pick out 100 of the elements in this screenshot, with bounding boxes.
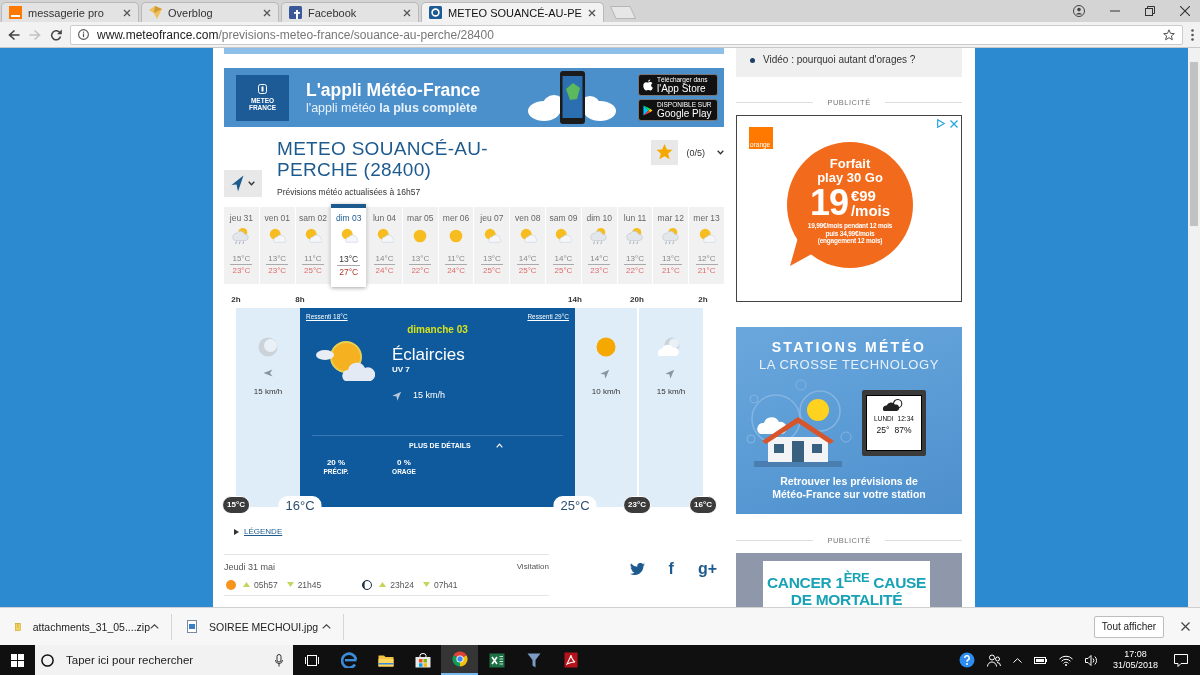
spreadsheet-icon [488,652,505,668]
browser-tab[interactable]: Facebook [281,2,419,22]
caret-icon [717,150,724,155]
saint-of-day-text: Visitation [516,562,549,571]
temperature-badge: 23°C [623,496,651,514]
legend-link[interactable]: LÉGENDE [234,527,283,536]
screen-temperature-text: 25° [876,425,890,435]
day-tab[interactable]: mer 06 11°C 24°C [438,207,474,284]
day-tab[interactable]: jeu 07 13°C 25°C [474,207,510,284]
download-item[interactable]: SOIREE MECHOUI.jpg [172,613,344,640]
caret-icon [248,181,255,186]
download-item[interactable]: attachments_31_05....zip [0,613,172,640]
bird-icon[interactable] [629,562,645,575]
clock-button[interactable]: 17:08 31/05/2018 [1112,649,1158,671]
caret-icon [495,443,503,448]
pdf-file-icon [563,652,578,668]
sun-icon [226,579,236,590]
folder-icon [377,653,394,667]
day-tab[interactable]: mer 13 12°C 21°C [689,207,724,284]
banner-subtitle: l'appli météo la plus complète [306,100,479,116]
price-text: 19 [809,187,848,219]
up-triangle-icon [379,582,387,587]
square-logo-icon [9,6,22,19]
close-icon[interactable] [403,8,411,17]
browser-tab[interactable]: messagerie pro [1,2,139,22]
speaker-icon[interactable] [1084,654,1097,666]
down-triangle-icon [286,582,294,587]
day-tab[interactable]: lun 11 13°C 22°C [617,207,653,284]
close-icon[interactable] [1180,6,1190,16]
ad-title: STATIONS MÉTÉO [771,339,927,355]
browser-tab[interactable]: Overblog [141,2,279,22]
sun-cloud-icon [315,340,375,382]
sunrise-time: 05h57 [254,579,278,590]
day-tab[interactable]: sam 02 11°C 25°C [295,207,331,284]
hour-label: 20h [630,295,644,306]
day-tab[interactable]: dim 03 13°C 27°C [331,204,367,287]
caret-icon[interactable] [1012,657,1022,663]
square-logo-icon [289,6,302,19]
reload-icon[interactable] [50,28,62,41]
four-squares-icon[interactable] [11,653,24,667]
info-icon[interactable] [78,29,89,40]
bookmark-star-icon[interactable] [1163,28,1175,41]
page-title: METEO SOUANCÉ-AU-PERCHE (28400) [277,138,489,180]
address-field[interactable]: www.meteofrance.com/previsions-meteo-france/souance-au-perche/28400 [70,24,1183,45]
news-link[interactable]: Vidéo : pourquoi autant d'orages ? [763,54,916,65]
close-icon[interactable] [587,8,596,17]
back-arrow-icon[interactable] [8,28,20,41]
apple-icon [643,79,653,91]
wind-speed-text: 15 km/h [253,387,283,396]
search-field[interactable]: Taper ici pour rechercher [35,645,293,675]
people-icon[interactable] [986,653,1001,667]
day-tab[interactable]: ven 08 14°C 25°C [510,207,546,284]
stat-value: 0 % [397,458,411,468]
close-icon[interactable] [263,8,271,17]
update-time-text: Prévisions météo actualisées à 16h57 [277,187,422,197]
hour-label: 2h [231,295,241,306]
favorites-button[interactable]: (0/5) [651,140,724,165]
navigation-arrow-icon [231,175,244,192]
day-tab[interactable]: lun 04 14°C 24°C [367,207,402,284]
banner-title: L'appli Météo-France [306,79,481,101]
day-tab[interactable]: jeu 31 15°C 23°C [224,207,259,284]
microphone-icon[interactable] [275,653,283,667]
close-icon[interactable] [123,8,131,17]
day-tab[interactable]: mar 05 13°C 22°C [402,207,438,284]
wifi-icon[interactable] [1058,654,1073,666]
share-link[interactable]: f [668,560,674,577]
wind-speed-text: 15 km/h [656,387,686,396]
restore-icon[interactable] [1145,6,1155,16]
day-tab[interactable]: sam 09 14°C 25°C [546,207,581,284]
adchoices-icon[interactable] [937,119,945,128]
battery-icon[interactable] [1033,656,1047,664]
wind-arrow-icon [600,367,612,379]
rain-cloud-icon [659,227,682,245]
sun-icon [596,337,616,357]
day-heading: dimanche 03 [406,324,469,336]
temperature-badge: 15°C [222,496,250,514]
account-icon[interactable] [1073,5,1085,17]
browser-tab[interactable]: METEO SOUANCÉ-AU-PE [421,2,604,22]
bullet-icon [750,58,755,63]
condition-text: Éclaircies [392,345,465,365]
stat-value: 20 % [326,458,346,467]
share-link[interactable]: g+ [697,560,717,577]
day-tab[interactable]: dim 10 14°C 23°C [581,207,617,284]
day-tab[interactable]: mar 12 13°C 21°C [653,207,689,284]
temperature-badge: 16°C [689,496,717,514]
scrollbar-thumb[interactable] [1190,62,1198,226]
triangle-icon [234,528,239,535]
wind-arrow-icon [262,367,274,379]
day-tab[interactable]: ven 01 13°C 23°C [259,207,295,284]
notifications-icon[interactable] [1174,653,1188,667]
help-icon[interactable] [958,652,975,668]
close-icon[interactable] [1181,622,1190,631]
show-all-button[interactable]: Tout afficher [1094,615,1164,638]
caret-icon [150,624,159,629]
wind-speed-text: 15 km/h [413,390,445,400]
moon-icon [258,337,278,357]
wind-arrow-icon [665,367,677,379]
location-button[interactable] [224,170,262,197]
menu-icon[interactable] [1191,28,1194,41]
taskbar-button[interactable] [441,645,478,675]
